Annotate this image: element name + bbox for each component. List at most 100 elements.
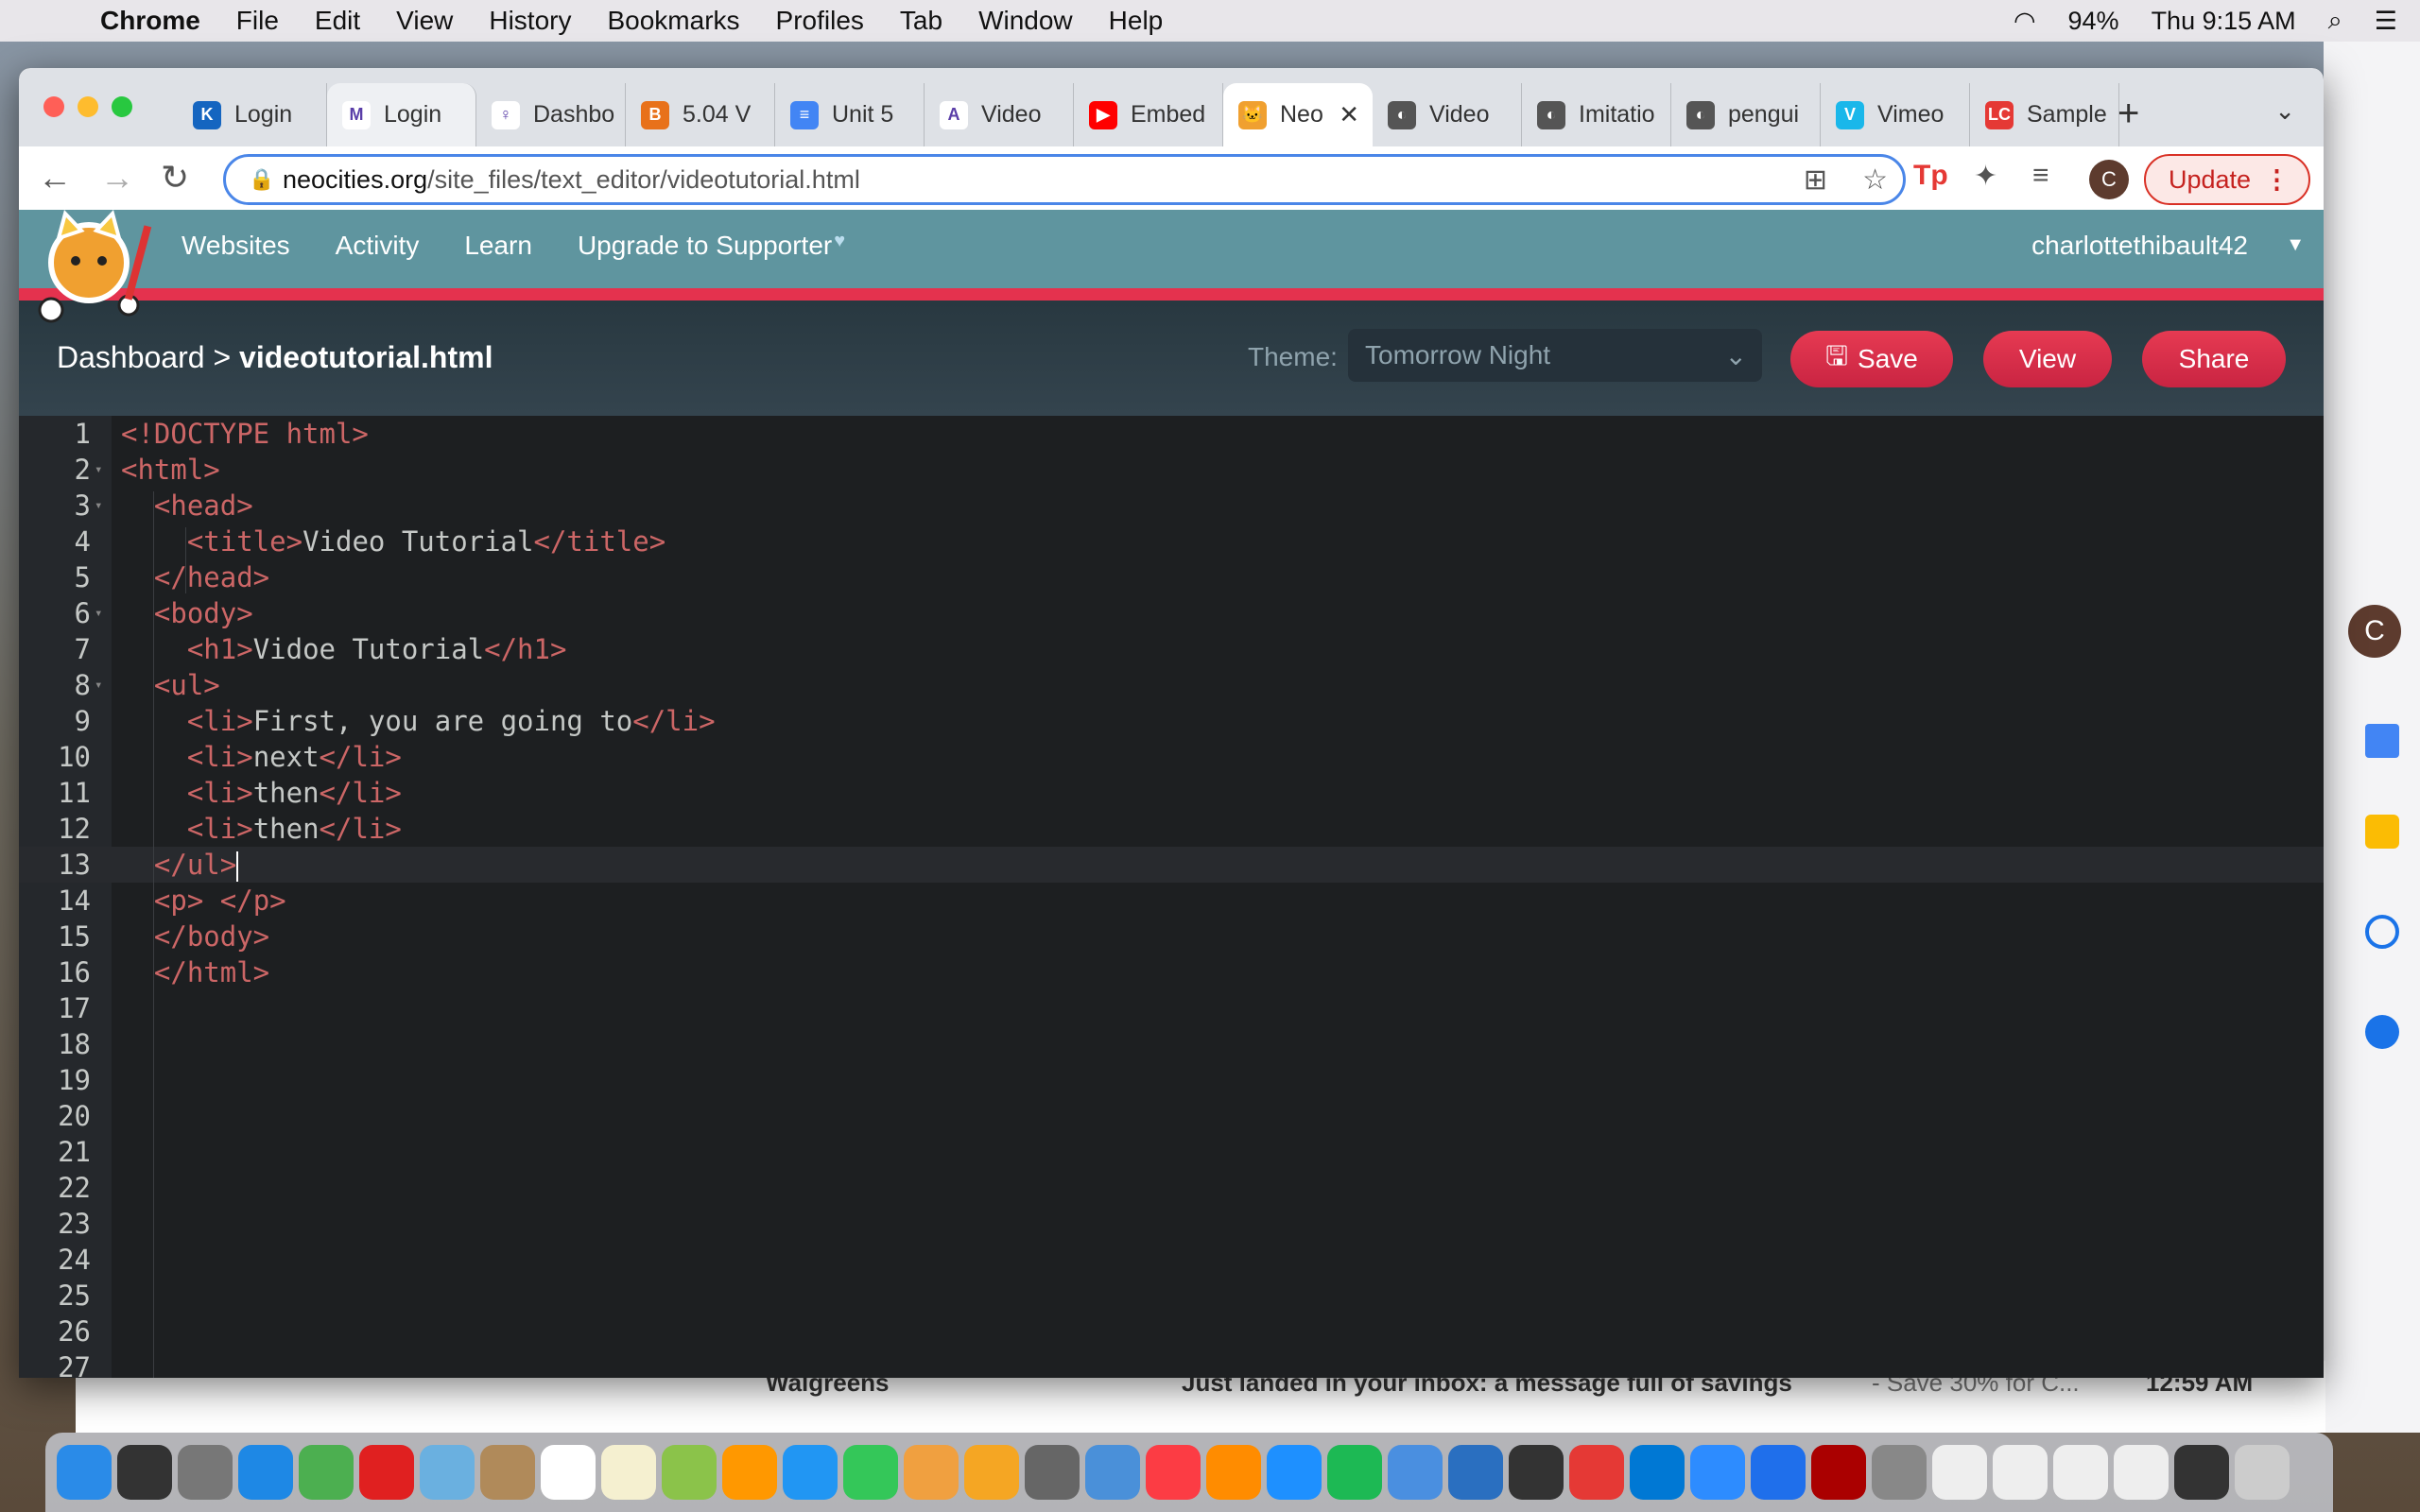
menu-help[interactable]: Help bbox=[1109, 6, 1164, 36]
code-line[interactable]: 25 bbox=[19, 1278, 2324, 1314]
dock-app-icon[interactable] bbox=[541, 1445, 596, 1500]
menu-history[interactable]: History bbox=[489, 6, 571, 36]
code-line[interactable]: 16 </html> bbox=[19, 954, 2324, 990]
tab-search-chevron-icon[interactable]: ⌄ bbox=[2274, 96, 2295, 126]
dock-app-icon[interactable] bbox=[662, 1445, 717, 1500]
fold-arrow-icon[interactable]: ▾ bbox=[95, 667, 102, 703]
forward-button[interactable]: → bbox=[100, 158, 134, 198]
menu-edit[interactable]: Edit bbox=[315, 6, 360, 36]
dock-app-icon[interactable] bbox=[359, 1445, 414, 1500]
dock-app-icon[interactable] bbox=[843, 1445, 898, 1500]
spotlight-icon[interactable]: ⌕ bbox=[2328, 6, 2342, 36]
minimize-button[interactable] bbox=[78, 96, 98, 117]
browser-tab[interactable]: ♀ Dashbo bbox=[476, 83, 626, 146]
view-button[interactable]: View bbox=[1983, 331, 2112, 387]
code-line[interactable]: 4 <title>Video Tutorial</title> bbox=[19, 524, 2324, 559]
bookmark-star-icon[interactable]: ☆ bbox=[1862, 163, 1888, 197]
dock-app-icon[interactable] bbox=[299, 1445, 354, 1500]
more-icon[interactable]: ⋮ bbox=[2264, 165, 2290, 195]
dock-app-icon[interactable] bbox=[1993, 1445, 2048, 1500]
nav-link[interactable]: Upgrade to Supporter bbox=[578, 231, 832, 261]
code-line[interactable]: 15 </body> bbox=[19, 919, 2324, 954]
side-avatar[interactable]: C bbox=[2348, 605, 2401, 658]
zoom-button[interactable] bbox=[112, 96, 132, 117]
code-line[interactable]: 17 bbox=[19, 990, 2324, 1026]
contacts-icon[interactable] bbox=[2365, 1015, 2399, 1049]
code-line[interactable]: 13 </ul> bbox=[19, 847, 2324, 883]
menu-window[interactable]: Window bbox=[978, 6, 1073, 36]
browser-tab[interactable]: K Login bbox=[178, 83, 327, 146]
dock-app-icon[interactable] bbox=[1811, 1445, 1866, 1500]
save-button[interactable]: 🖫 Save bbox=[1790, 331, 1953, 387]
nav-link[interactable]: Learn bbox=[464, 231, 532, 261]
code-line[interactable]: 26 bbox=[19, 1314, 2324, 1349]
code-line[interactable]: 23 bbox=[19, 1206, 2324, 1242]
fold-arrow-icon[interactable]: ▾ bbox=[95, 452, 102, 488]
dock-app-icon[interactable] bbox=[1448, 1445, 1503, 1500]
code-line[interactable]: 21 bbox=[19, 1134, 2324, 1170]
browser-tab[interactable]: V Vimeo bbox=[1821, 83, 1970, 146]
breadcrumb-dashboard[interactable]: Dashboard bbox=[57, 340, 205, 374]
code-line[interactable]: 14 <p> </p> bbox=[19, 883, 2324, 919]
code-line[interactable]: 9 <li>First, you are going to</li> bbox=[19, 703, 2324, 739]
code-line[interactable]: 8 ▾ <ul> bbox=[19, 667, 2324, 703]
dock-app-icon[interactable] bbox=[178, 1445, 233, 1500]
profile-avatar[interactable]: C bbox=[2089, 160, 2129, 199]
code-line[interactable]: 27 bbox=[19, 1349, 2324, 1378]
menu-bookmarks[interactable]: Bookmarks bbox=[607, 6, 739, 36]
code-line[interactable]: 20 bbox=[19, 1098, 2324, 1134]
browser-tab[interactable]: ≡ Unit 5 bbox=[775, 83, 925, 146]
browser-tab[interactable]: ◐ Imitatio bbox=[1522, 83, 1671, 146]
extensions-puzzle-icon[interactable]: ✦ bbox=[1974, 160, 1997, 193]
reload-button[interactable]: ↻ bbox=[161, 158, 189, 198]
dock-app-icon[interactable] bbox=[1327, 1445, 1382, 1500]
dock-app-icon[interactable] bbox=[1206, 1445, 1261, 1500]
control-center-icon[interactable]: ☰ bbox=[2375, 7, 2397, 36]
update-button[interactable]: Update ⋮ bbox=[2144, 154, 2310, 205]
dock-app-icon[interactable] bbox=[238, 1445, 293, 1500]
dock-app-icon[interactable] bbox=[904, 1445, 959, 1500]
dock-app-icon[interactable] bbox=[1025, 1445, 1080, 1500]
dock-app-icon[interactable] bbox=[1085, 1445, 1140, 1500]
dock-app-icon[interactable] bbox=[1569, 1445, 1624, 1500]
dock-app-icon[interactable] bbox=[1146, 1445, 1201, 1500]
dock-app-icon[interactable] bbox=[1630, 1445, 1685, 1500]
menu-view[interactable]: View bbox=[396, 6, 453, 36]
code-line[interactable]: 24 bbox=[19, 1242, 2324, 1278]
code-line[interactable]: 3 ▾ <head> bbox=[19, 488, 2324, 524]
browser-tab[interactable]: ◐ pengui bbox=[1671, 83, 1821, 146]
browser-tab[interactable]: 🐱 Neo ✕ bbox=[1223, 83, 1373, 146]
dock-app-icon[interactable] bbox=[2053, 1445, 2108, 1500]
share-button[interactable]: Share bbox=[2142, 331, 2286, 387]
browser-tab[interactable]: A Video bbox=[925, 83, 1074, 146]
browser-tab[interactable]: ▶ Embed bbox=[1074, 83, 1223, 146]
menu-file[interactable]: File bbox=[236, 6, 279, 36]
dock-app-icon[interactable] bbox=[1751, 1445, 1806, 1500]
nav-link[interactable]: Websites bbox=[182, 231, 290, 261]
clock[interactable]: Thu 9:15 AM bbox=[2152, 7, 2296, 36]
dock-app-icon[interactable] bbox=[1509, 1445, 1564, 1500]
menu-tab[interactable]: Tab bbox=[900, 6, 942, 36]
close-tab-icon[interactable]: ✕ bbox=[1339, 100, 1359, 129]
code-line[interactable]: 2 ▾ <html> bbox=[19, 452, 2324, 488]
code-line[interactable]: 19 bbox=[19, 1062, 2324, 1098]
dock-app-icon[interactable] bbox=[1932, 1445, 1987, 1500]
back-button[interactable]: ← bbox=[38, 158, 72, 198]
code-line[interactable]: 11 <li>then</li> bbox=[19, 775, 2324, 811]
dock-app-icon[interactable] bbox=[1872, 1445, 1927, 1500]
close-window-button[interactable] bbox=[43, 96, 64, 117]
dock-app-icon[interactable] bbox=[117, 1445, 172, 1500]
battery-percent[interactable]: 94% bbox=[2068, 7, 2119, 36]
reading-list-icon[interactable]: ≡ bbox=[2032, 160, 2049, 192]
dock-app-icon[interactable] bbox=[57, 1445, 112, 1500]
extension-tp-icon[interactable]: Tp bbox=[1913, 160, 1948, 192]
code-line[interactable]: 5 </head> bbox=[19, 559, 2324, 595]
dock-app-icon[interactable] bbox=[420, 1445, 475, 1500]
dock-app-icon[interactable] bbox=[1267, 1445, 1322, 1500]
code-line[interactable]: 10 <li>next</li> bbox=[19, 739, 2324, 775]
code-line[interactable]: 22 bbox=[19, 1170, 2324, 1206]
browser-tab[interactable]: M Login bbox=[327, 83, 476, 146]
qr-code-icon[interactable]: ⊞ bbox=[1804, 163, 1827, 197]
fold-arrow-icon[interactable]: ▾ bbox=[95, 595, 102, 631]
dock-app-icon[interactable] bbox=[2235, 1445, 2290, 1500]
